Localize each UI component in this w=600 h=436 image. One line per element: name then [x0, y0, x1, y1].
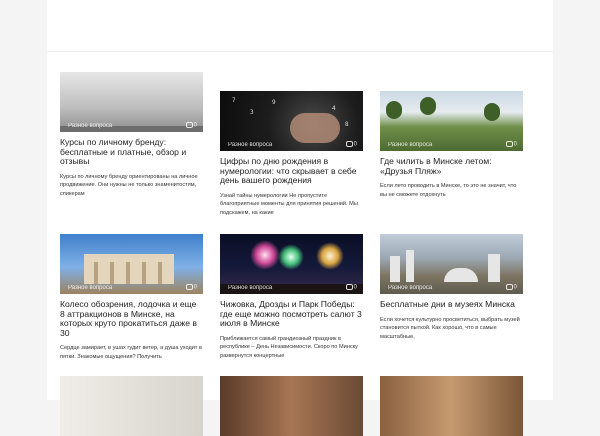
firework-decoration [278, 244, 304, 270]
article-card[interactable]: Разное вопроса 0 Где чилить в Минске лет… [380, 91, 523, 199]
article-title[interactable]: Где чилить в Минске летом: «Друзья Пляж» [380, 156, 523, 176]
building-decoration [390, 256, 400, 282]
article-thumbnail[interactable] [60, 376, 203, 436]
article-category[interactable]: Разное вопроса [68, 123, 112, 129]
article-thumbnail[interactable] [220, 376, 363, 436]
comment-icon [185, 122, 193, 129]
building-decoration [488, 254, 500, 282]
article-card[interactable]: Разное вопроса 0 Чижовка, Дрозды и Парк … [220, 234, 363, 361]
digit-decoration: 7 [232, 97, 236, 104]
column-decoration [158, 262, 162, 284]
comment-count-value: 0 [513, 285, 517, 291]
comment-icon [505, 284, 513, 291]
building-decoration [444, 268, 478, 282]
comment-icon [345, 284, 353, 291]
article-excerpt: Сердце замирает, в ушах гудит ветер, а д… [60, 345, 203, 360]
article-thumbnail[interactable]: 7 3 9 4 8 Разное вопроса 0 [220, 91, 363, 151]
building-decoration [406, 250, 414, 282]
article-thumbnail[interactable] [380, 376, 523, 436]
content-area: Разное вопроса 0 Курсы по личному бренду… [47, 0, 553, 436]
column-decoration [126, 262, 130, 284]
article-thumbnail[interactable]: Разное вопроса 0 [380, 91, 523, 151]
comment-count[interactable]: 0 [185, 284, 197, 291]
article-card[interactable]: Разное вопроса 0 Бесплатные дни в музеях… [380, 234, 523, 341]
article-category[interactable]: Разное вопроса [388, 142, 432, 148]
column-decoration [110, 262, 114, 284]
article-thumbnail[interactable]: Разное вопроса 0 [380, 234, 523, 294]
column-decoration [94, 262, 98, 284]
comment-count[interactable]: 0 [345, 284, 357, 291]
digit-decoration: 3 [250, 109, 254, 116]
article-card[interactable] [60, 376, 203, 436]
article-title[interactable]: Колесо обозрения, лодочка и еще 8 аттрак… [60, 299, 203, 338]
article-category[interactable]: Разное вопроса [68, 285, 112, 291]
article-card[interactable] [380, 376, 523, 436]
article-title[interactable]: Чижовка, Дрозды и Парк Победы: где еще м… [220, 299, 363, 329]
comment-count-value: 0 [353, 285, 357, 291]
article-excerpt: Курсы по личному бренду ориентированы на… [60, 173, 198, 197]
comment-count[interactable]: 0 [505, 284, 517, 291]
article-card[interactable]: Разное вопроса 0 Курсы по личному бренду… [60, 72, 203, 199]
comment-count[interactable]: 0 [505, 141, 517, 148]
comment-count[interactable]: 0 [185, 122, 197, 129]
digit-decoration: 8 [345, 121, 349, 128]
comment-icon [185, 284, 193, 291]
article-excerpt: Приближается самый грандиозный праздник … [220, 335, 358, 359]
article-category[interactable]: Разное вопроса [228, 142, 272, 148]
article-title[interactable]: Цифры по дню рождения в нумерологии: что… [220, 156, 363, 186]
article-title[interactable]: Бесплатные дни в музеях Минска [380, 299, 523, 310]
article-category[interactable]: Разное вопроса [228, 285, 272, 291]
comment-count[interactable]: 0 [345, 141, 357, 148]
hand-image [290, 113, 340, 143]
article-title[interactable]: Курсы по личному бренду: бесплатные и пл… [60, 137, 203, 167]
article-excerpt: Узнай тайны нумерологии Не пропустите бл… [220, 192, 358, 216]
firework-decoration [316, 242, 344, 270]
article-excerpt: Если лето проводить в Минске, то это не … [380, 183, 517, 198]
article-card[interactable] [220, 376, 363, 436]
article-thumbnail[interactable]: Разное вопроса 0 [60, 234, 203, 294]
comment-count-value: 0 [353, 142, 357, 148]
digit-decoration: 9 [272, 99, 276, 106]
firework-decoration [250, 240, 280, 270]
comment-icon [345, 141, 353, 148]
article-card[interactable]: 7 3 9 4 8 Разное вопроса 0 Цифры по дню … [220, 91, 363, 218]
article-category[interactable]: Разное вопроса [388, 285, 432, 291]
comment-count-value: 0 [193, 285, 197, 291]
tree-decoration [386, 101, 402, 119]
article-thumbnail[interactable]: Разное вопроса 0 [220, 234, 363, 294]
article-card[interactable]: Разное вопроса 0 Колесо обозрения, лодоч… [60, 234, 203, 362]
comment-count-value: 0 [193, 123, 197, 129]
header-area [47, 0, 553, 52]
tree-decoration [484, 103, 500, 121]
column-decoration [142, 262, 146, 284]
comment-icon [505, 141, 513, 148]
article-excerpt: Если хочется культурно просветиться, выб… [380, 316, 520, 340]
article-thumbnail[interactable]: Разное вопроса 0 [60, 72, 203, 132]
tree-decoration [420, 97, 436, 115]
comment-count-value: 0 [513, 142, 517, 148]
digit-decoration: 4 [332, 105, 336, 112]
